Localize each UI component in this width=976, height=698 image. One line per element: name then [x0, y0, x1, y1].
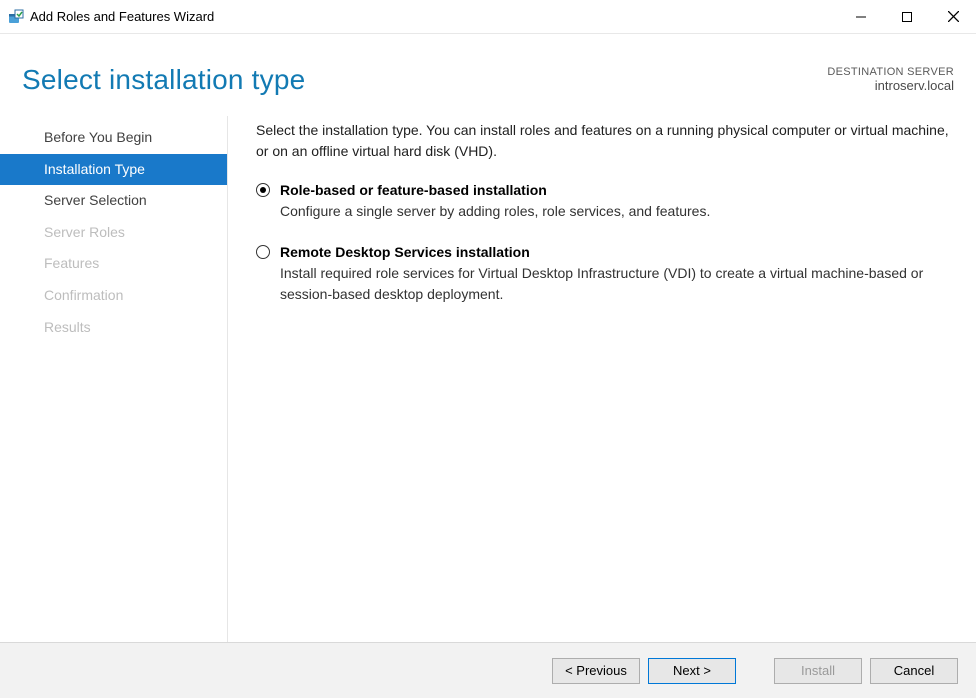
radio-role-based[interactable] [256, 183, 270, 197]
minimize-button[interactable] [838, 0, 884, 34]
sidebar-item-server-selection[interactable]: Server Selection [0, 185, 227, 217]
cancel-button[interactable]: Cancel [870, 658, 958, 684]
install-button: Install [774, 658, 862, 684]
sidebar-item-results: Results [0, 312, 227, 344]
next-button[interactable]: Next > [648, 658, 736, 684]
option-remote-desktop-desc: Install required role services for Virtu… [280, 263, 954, 305]
destination-value: introserv.local [827, 78, 954, 93]
close-button[interactable] [930, 0, 976, 34]
option-remote-desktop[interactable]: Remote Desktop Services installation Ins… [256, 242, 954, 305]
sidebar-item-features: Features [0, 248, 227, 280]
sidebar-item-confirmation: Confirmation [0, 280, 227, 312]
radio-selected-dot [260, 187, 266, 193]
destination-block: DESTINATION SERVER introserv.local [827, 64, 954, 93]
previous-button[interactable]: < Previous [552, 658, 640, 684]
intro-text: Select the installation type. You can in… [256, 120, 954, 162]
window-title: Add Roles and Features Wizard [30, 9, 214, 24]
sidebar-item-installation-type[interactable]: Installation Type [0, 154, 227, 186]
radio-remote-desktop[interactable] [256, 245, 270, 259]
wizard-footer: < Previous Next > Install Cancel [0, 642, 976, 698]
sidebar-item-before-you-begin[interactable]: Before You Begin [0, 122, 227, 154]
page-header: Select installation type DESTINATION SER… [0, 34, 976, 106]
main-panel: Select the installation type. You can in… [228, 116, 958, 642]
destination-label: DESTINATION SERVER [827, 66, 954, 78]
option-role-based-title: Role-based or feature-based installation [280, 180, 954, 201]
option-role-based[interactable]: Role-based or feature-based installation… [256, 180, 954, 222]
wizard-icon [8, 9, 24, 25]
page-title: Select installation type [22, 64, 305, 96]
option-role-based-desc: Configure a single server by adding role… [280, 201, 954, 222]
titlebar: Add Roles and Features Wizard [0, 0, 976, 34]
option-remote-desktop-title: Remote Desktop Services installation [280, 242, 954, 263]
wizard-steps-sidebar: Before You Begin Installation Type Serve… [0, 116, 228, 642]
maximize-button[interactable] [884, 0, 930, 34]
sidebar-item-server-roles: Server Roles [0, 217, 227, 249]
